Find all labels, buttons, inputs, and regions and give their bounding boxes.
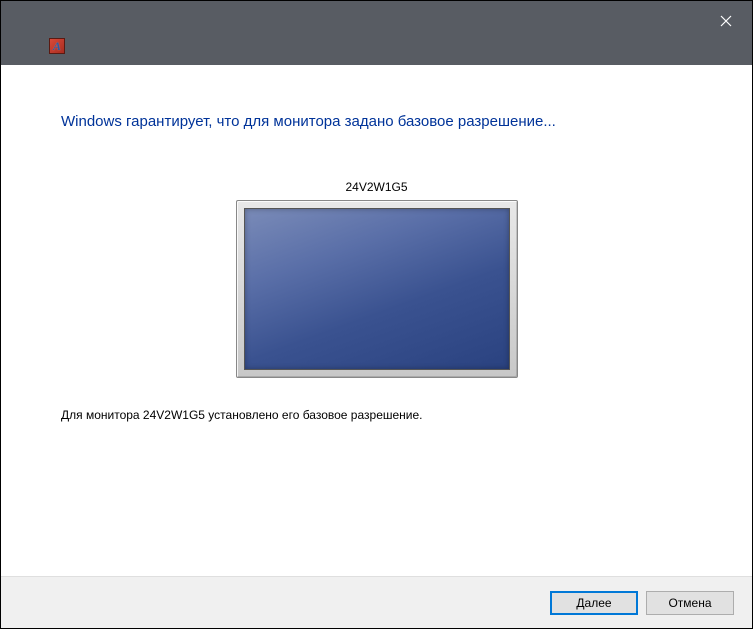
close-button[interactable]: [702, 5, 750, 37]
footer-bar: Далее Отмена: [1, 576, 752, 628]
page-heading: Windows гарантирует, что для монитора за…: [61, 113, 692, 130]
next-button[interactable]: Далее: [550, 591, 638, 615]
monitor-screen: [244, 208, 510, 370]
content-area: Windows гарантирует, что для монитора за…: [1, 65, 752, 576]
cancel-button[interactable]: Отмена: [646, 591, 734, 615]
dialog-window: Средство настройки текста ClearType Wind…: [0, 0, 753, 629]
titlebar: [1, 1, 752, 57]
monitor-frame: [236, 200, 518, 378]
monitor-name-label: 24V2W1G5: [345, 180, 407, 194]
status-text: Для монитора 24V2W1G5 установлено его ба…: [61, 408, 423, 422]
app-icon: [49, 38, 65, 54]
close-icon: [720, 15, 732, 27]
monitor-preview-area: 24V2W1G5: [61, 180, 692, 378]
